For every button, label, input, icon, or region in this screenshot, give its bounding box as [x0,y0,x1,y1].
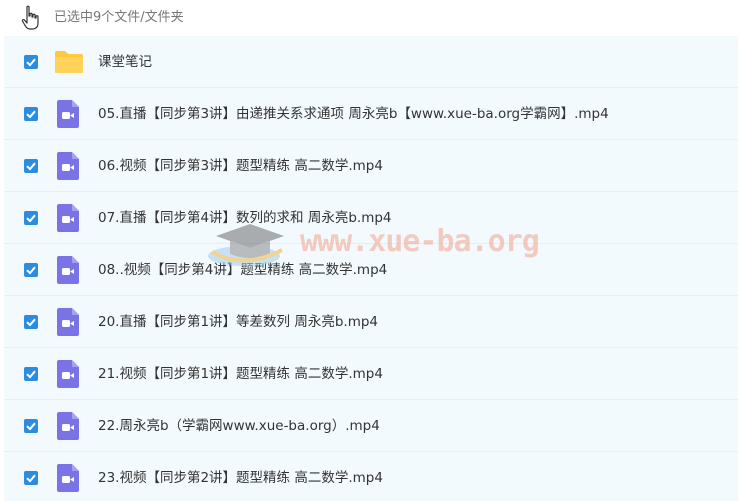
list-item-file[interactable]: 22.周永亮b（学霸网www.xue-ba.org）.mp4 [4,400,738,452]
hand-pointer-icon [21,5,39,30]
row-checkbox[interactable] [24,263,38,277]
checkmark-icon [26,266,36,275]
file-name: 05.直播【同步第3讲】由递推关系求通项 周永亮b【www.xue-ba.org… [98,106,609,122]
row-checkbox[interactable] [24,55,38,69]
row-checkbox[interactable] [24,367,38,381]
list-item-folder[interactable]: 课堂笔记 [4,36,738,88]
video-file-icon [57,256,79,284]
list-item-file[interactable]: 08..视频【同步第4讲】题型精练 高二数学.mp4 [4,244,738,296]
list-item-file[interactable]: 23.视频【同步第2讲】题型精练 高二数学.mp4 [4,452,738,501]
folder-icon [55,51,83,73]
checkmark-icon [26,318,36,327]
list-item-file[interactable]: 20.直播【同步第1讲】等差数列 周永亮b.mp4 [4,296,738,348]
checkmark-icon [26,370,36,379]
checkmark-icon [26,422,36,431]
file-name: 22.周永亮b（学霸网www.xue-ba.org）.mp4 [98,418,380,434]
row-checkbox[interactable] [24,107,38,121]
video-file-icon [57,360,79,388]
list-item-file[interactable]: 21.视频【同步第1讲】题型精练 高二数学.mp4 [4,348,738,400]
row-checkbox[interactable] [24,471,38,485]
file-name: 课堂笔记 [98,54,152,70]
row-checkbox[interactable] [24,315,38,329]
row-checkbox[interactable] [24,419,38,433]
file-name: 23.视频【同步第2讲】题型精练 高二数学.mp4 [98,470,383,486]
file-name: 06.视频【同步第3讲】题型精练 高二数学.mp4 [98,158,383,174]
file-selection-view: 已选中9个文件/文件夹 课堂笔记 05.直播【同步第3讲】由递推关系求通项 周永… [0,0,740,501]
selection-count-text: 已选中9个文件/文件夹 [54,10,184,25]
file-name: 07.直播【同步第4讲】数列的求和 周永亮b.mp4 [98,210,392,226]
file-name: 21.视频【同步第1讲】题型精练 高二数学.mp4 [98,366,383,382]
checkmark-icon [26,214,36,223]
list-item-file[interactable]: 06.视频【同步第3讲】题型精练 高二数学.mp4 [4,140,738,192]
video-file-icon [57,100,79,128]
row-checkbox[interactable] [24,211,38,225]
file-list: 课堂笔记 05.直播【同步第3讲】由递推关系求通项 周永亮b【www.xue-b… [4,36,738,501]
video-file-icon [57,464,79,492]
video-file-icon [57,204,79,232]
list-item-file[interactable]: 07.直播【同步第4讲】数列的求和 周永亮b.mp4 [4,192,738,244]
row-checkbox[interactable] [24,159,38,173]
file-name: 20.直播【同步第1讲】等差数列 周永亮b.mp4 [98,314,379,330]
video-file-icon [57,412,79,440]
list-item-file[interactable]: 05.直播【同步第3讲】由递推关系求通项 周永亮b【www.xue-ba.org… [4,88,738,140]
checkmark-icon [26,162,36,171]
file-name: 08..视频【同步第4讲】题型精练 高二数学.mp4 [98,262,388,278]
selection-header: 已选中9个文件/文件夹 [0,0,740,36]
video-file-icon [57,308,79,336]
checkmark-icon [26,474,36,483]
checkmark-icon [26,58,36,67]
checkmark-icon [26,110,36,119]
video-file-icon [57,152,79,180]
